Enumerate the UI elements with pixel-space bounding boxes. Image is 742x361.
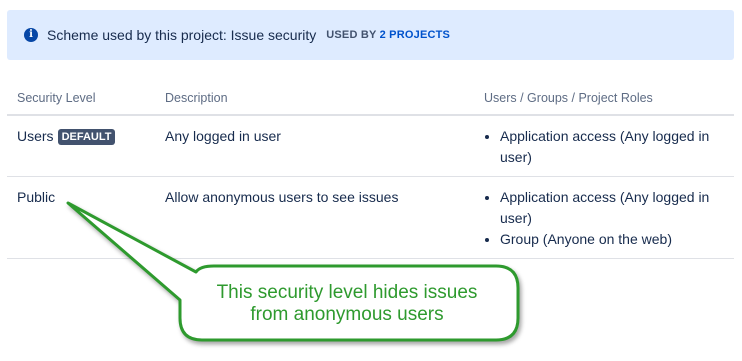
callout-annotation: This security level hides issues from an… (182, 282, 512, 326)
callout-line-1: This security level hides issues (216, 282, 478, 303)
callout-line-2: from anonymous users (250, 304, 444, 325)
